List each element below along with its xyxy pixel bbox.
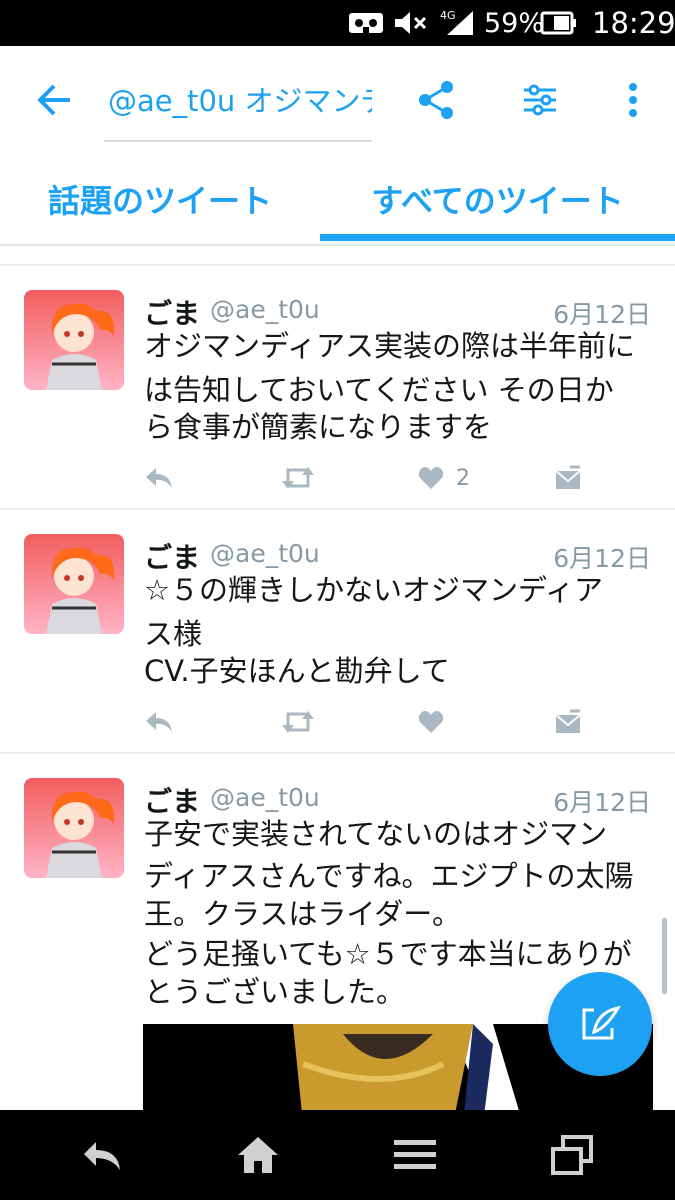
status-bar: 4G 59% 18:29 [0,0,675,46]
retweet-icon[interactable] [280,702,316,742]
arrow-left-icon[interactable] [26,72,82,128]
direct-message-icon[interactable] [554,702,582,742]
tab-selected-indicator [320,234,675,241]
like-button[interactable]: 2 [418,458,470,498]
back-nav-icon[interactable] [42,1110,162,1200]
tweet-text-line: ら食事が簡素になりますを [144,410,493,444]
tweet-author-handle[interactable]: @ae_t0u [210,783,320,812]
tab-top-tweets[interactable]: 話題のツイート [0,155,320,243]
tweet-item[interactable]: ごま @ae_t0u 6月12日 オジマンディアス実装の際は半年前に は告知して… [0,266,675,508]
filter-icon[interactable] [512,72,568,128]
avatar[interactable] [24,290,124,390]
menu-icon[interactable] [355,1110,475,1200]
system-nav-bar [0,1110,675,1200]
reply-icon[interactable] [144,702,174,742]
compose-tweet-icon [582,1005,622,1040]
tab-all-tweets[interactable]: すべてのツイート [320,155,675,243]
search-input[interactable]: @ae_t0u オジマンディアス [104,70,372,142]
like-count: 2 [456,465,470,491]
heart-icon [418,467,444,489]
scrollbar-thumb[interactable] [662,918,667,994]
avatar[interactable] [24,534,124,634]
tweet-text-line: 王。クラスはライダー。 [144,897,461,931]
reply-icon[interactable] [144,458,174,498]
recent-apps-icon[interactable] [512,1110,632,1200]
heart-icon [418,711,444,733]
clock: 18:29 [592,6,675,40]
tweet-text-line: は告知しておいてください その日か [144,373,614,407]
divider [0,244,675,246]
tweet-item[interactable]: ごま @ae_t0u 6月12日 ☆５の輝きしかないオジマンディア ス様 CV.… [0,510,675,752]
tweet-text-line: ディアスさんですね。エジプトの太陽 [144,859,634,893]
tweet-author-handle[interactable]: @ae_t0u [210,539,320,568]
tab-bar: 話題のツイート すべてのツイート [0,155,675,243]
tweet-text-line: とうございました。 [144,975,406,1009]
tweet-text-line: 子安で実装されてないのはオジマン [144,817,608,851]
like-button[interactable] [418,702,456,742]
compose-tweet-button[interactable] [548,972,652,1076]
tweet-text-line: ☆５の輝きしかないオジマンディア [144,573,603,607]
battery-icon [540,0,578,46]
tweet-text-line: CV.子安ほんと勘弁して [144,654,450,688]
direct-message-icon[interactable] [554,458,582,498]
search-query-text: @ae_t0u オジマンディアス [108,84,372,118]
vr-mode-icon [348,0,384,46]
tweet-author-handle[interactable]: @ae_t0u [210,295,320,324]
tweet-text-line: どう足掻いても☆５です本当にありが [144,937,632,971]
tweet-actions: 2 [144,458,644,498]
tweet-text-line: オジマンディアス実装の際は半年前に [144,329,635,363]
signal-icon [445,0,475,46]
mute-icon [393,0,429,46]
home-icon[interactable] [198,1110,318,1200]
retweet-icon[interactable] [280,458,316,498]
battery-percent: 59% [484,7,545,39]
tweet-actions [144,702,644,742]
avatar[interactable] [24,778,124,878]
more-vert-icon[interactable] [608,72,658,128]
share-icon[interactable] [408,72,464,128]
tweet-text-line: ス様 [144,617,203,651]
